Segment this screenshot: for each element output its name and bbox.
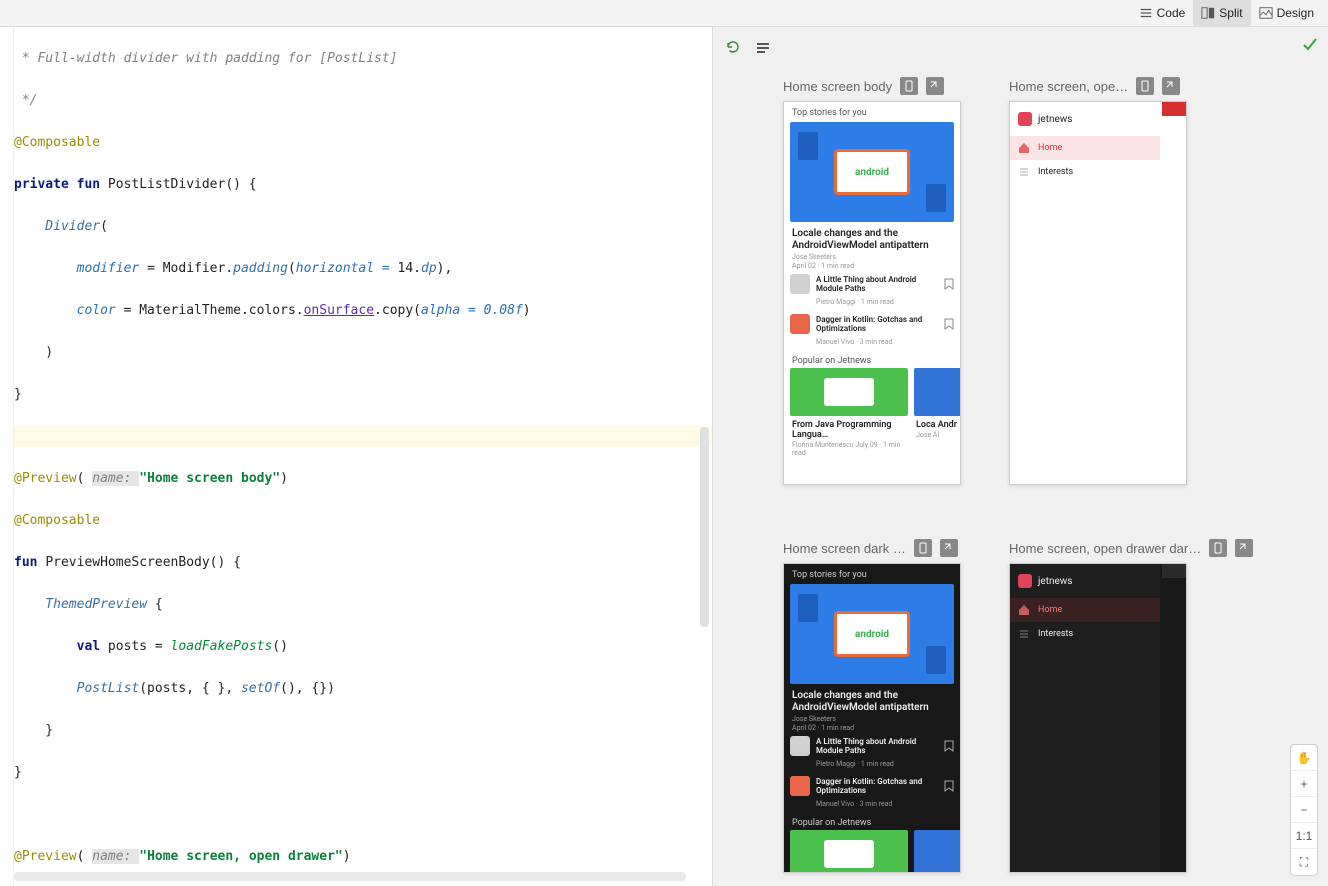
home-icon — [1018, 142, 1030, 154]
preview-home-body-dark[interactable]: Home screen dark … Top stories for you a… — [783, 539, 961, 873]
card: Loca AndrJose Al — [914, 368, 960, 458]
zoom-out-button[interactable]: − — [1291, 797, 1317, 823]
lines-icon — [1139, 6, 1153, 20]
view-split-label: Split — [1219, 6, 1242, 20]
hero-image: android — [790, 122, 954, 222]
preview-toolbar — [725, 39, 771, 55]
hero-title: Locale changes and the AndroidViewModel … — [784, 684, 960, 714]
drawer-panel: jetnews Home Interests — [1010, 564, 1160, 872]
preview-status-ok — [1302, 37, 1318, 57]
list-icon — [1018, 628, 1030, 640]
hero-meta: April 02 · 1 min read — [784, 723, 960, 732]
editor-vertical-scrollbar[interactable] — [700, 427, 709, 627]
preview-title: Home screen body — [783, 79, 892, 94]
interactive-preview-icon[interactable] — [926, 77, 944, 95]
bookmark-icon — [944, 278, 954, 290]
hero-author: Jose Skeeters — [784, 252, 960, 261]
interactive-preview-icon[interactable] — [1235, 539, 1253, 557]
drawer-brand: jetnews — [1010, 102, 1160, 136]
list-icon — [1018, 166, 1030, 178]
card-row — [784, 830, 960, 873]
code-content[interactable]: * Full-width divider with padding for [P… — [14, 27, 712, 886]
bookmark-icon — [944, 318, 954, 330]
card: From Java Programming Langua…Florina Mun… — [790, 368, 908, 458]
preview-drawer[interactable]: Home screen, ope… jetnews Home Interests — [1009, 77, 1187, 485]
preview-frame: jetnews Home Interests — [1009, 563, 1187, 873]
list-item: A Little Thing about Android Module Path… — [784, 732, 960, 760]
preview-title: Home screen, ope… — [1009, 79, 1128, 94]
view-split-button[interactable]: Split — [1193, 0, 1250, 26]
section-header: Popular on Jetnews — [784, 350, 960, 368]
deploy-preview-icon[interactable] — [900, 77, 918, 95]
zoom-fit-button[interactable]: ⛶ — [1291, 849, 1317, 875]
deploy-preview-icon[interactable] — [914, 539, 932, 557]
view-mode-toolbar: Code Split Design — [0, 0, 1328, 27]
hero-author: Jose Skeeters — [784, 714, 960, 723]
drawer-item-interests: Interests — [1010, 622, 1160, 646]
preview-title: Home screen, open drawer dar… — [1009, 541, 1201, 556]
preview-title: Home screen dark … — [783, 541, 906, 556]
zoom-in-button[interactable]: + — [1291, 771, 1317, 797]
drawer-item-home: Home — [1010, 598, 1160, 622]
preview-drawer-dark[interactable]: Home screen, open drawer dar… jetnews Ho… — [1009, 539, 1253, 873]
preview-frame: Top stories for you android Locale chang… — [783, 563, 961, 873]
refresh-icon[interactable] — [725, 39, 741, 55]
drawer-scrim — [1162, 102, 1186, 116]
hero-title: Locale changes and the AndroidViewModel … — [784, 222, 960, 252]
drawer-scrim — [1162, 564, 1186, 578]
hero-image: android — [790, 584, 954, 684]
preview-frame: Top stories for you android Locale chang… — [783, 101, 961, 485]
editor-horizontal-scrollbar[interactable] — [14, 872, 686, 881]
zoom-controls: ✋ + − 1:1 ⛶ — [1290, 744, 1318, 876]
interactive-preview-icon[interactable] — [1162, 77, 1180, 95]
bookmark-icon — [944, 780, 954, 792]
pan-button[interactable]: ✋ — [1291, 745, 1317, 771]
drawer-brand: jetnews — [1010, 564, 1160, 598]
list-item: Dagger in Kotlin: Gotchas and Optimizati… — [784, 310, 960, 338]
view-design-label: Design — [1277, 6, 1314, 20]
drawer-item-home: Home — [1010, 136, 1160, 160]
card — [790, 830, 908, 873]
view-code-label: Code — [1157, 6, 1186, 20]
drawer-panel: jetnews Home Interests — [1010, 102, 1160, 484]
zoom-actual-button[interactable]: 1:1 — [1291, 823, 1317, 849]
logo-icon — [1018, 574, 1032, 588]
section-header: Popular on Jetnews — [784, 812, 960, 830]
hero-meta: April 02 · 1 min read — [784, 261, 960, 270]
settings-icon[interactable] — [755, 39, 771, 55]
card-row: From Java Programming Langua…Florina Mun… — [784, 368, 960, 458]
deploy-preview-icon[interactable] — [1209, 539, 1227, 557]
logo-icon — [1018, 112, 1032, 126]
deploy-preview-icon[interactable] — [1136, 77, 1154, 95]
preview-home-body[interactable]: Home screen body Top stories for you and… — [783, 77, 961, 485]
card — [914, 830, 960, 873]
image-icon — [1259, 6, 1273, 20]
section-header: Top stories for you — [784, 102, 960, 122]
editor-gutter — [0, 27, 14, 886]
list-item: Dagger in Kotlin: Gotchas and Optimizati… — [784, 772, 960, 800]
split-icon — [1201, 6, 1215, 20]
view-design-button[interactable]: Design — [1251, 0, 1322, 26]
section-header: Top stories for you — [784, 564, 960, 584]
drawer-item-interests: Interests — [1010, 160, 1160, 184]
check-icon — [1302, 37, 1318, 53]
preview-frame: jetnews Home Interests — [1009, 101, 1187, 485]
interactive-preview-icon[interactable] — [940, 539, 958, 557]
home-icon — [1018, 604, 1030, 616]
code-editor[interactable]: 4 ⌃ ⌄ * Full-width divider with padding … — [0, 27, 712, 886]
view-code-button[interactable]: Code — [1131, 0, 1194, 26]
list-item: A Little Thing about Android Module Path… — [784, 270, 960, 298]
compose-preview-pane: Home screen body Top stories for you and… — [712, 27, 1328, 886]
bookmark-icon — [944, 740, 954, 752]
